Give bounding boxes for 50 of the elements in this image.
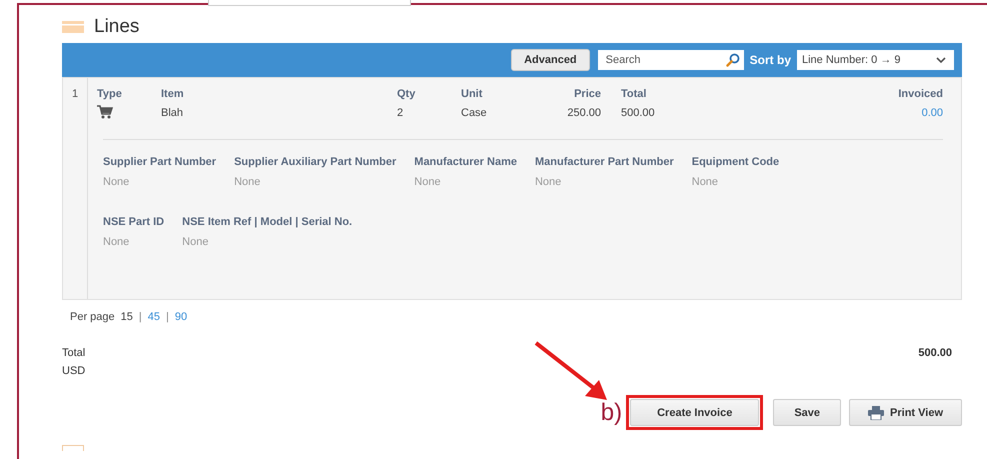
table-cell: 250.00 [567,107,601,119]
annotation-label: b) [600,398,622,426]
page-size-option[interactable]: 15 [120,311,133,323]
currency-label: USD [62,365,86,377]
per-page-label: Per page [70,311,115,323]
column-header: Qty [397,88,416,100]
sort-dropdown[interactable]: Line Number: 0 → 9 [797,50,954,70]
column-header: Type [97,88,123,100]
chevron-icon [936,57,946,63]
cart-icon [97,105,113,119]
total-amount: 500.00 [918,347,952,361]
field-value: None [414,176,442,188]
printer-icon [868,406,884,420]
separator: | [138,311,142,323]
table-cell-text: Case [461,107,488,119]
table-cell-text: Blah [161,107,184,119]
action-button[interactable]: Print View [849,399,962,426]
column-header: Price [574,88,601,100]
column-header: Invoiced [898,88,943,100]
field-value: None [103,236,130,248]
field-value: None [534,176,562,188]
line-number: 1 [72,88,78,100]
column-header: Unit [461,88,484,100]
action-button[interactable]: Create Invoice [630,399,760,426]
action-button[interactable]: Save [773,399,842,426]
field-label: NSE Item Ref | Model | Serial No. [182,216,352,228]
field-value: None [692,176,720,188]
separator: | [166,311,169,323]
field-value: None [182,236,210,248]
section-icon [62,21,84,33]
field-label: NSE Part ID [103,216,164,228]
field-label: Supplier Auxiliary Part Number [234,156,396,168]
section-icon [62,445,84,451]
field-label: Equipment Code [692,156,780,168]
search-field[interactable]: Search [598,50,744,70]
search-icon [726,53,740,67]
table-cell-text: 2 [397,107,404,119]
section-title: Lines [94,16,140,38]
field-label: Supplier Part Number [103,156,216,168]
total-label: Total [62,347,86,359]
table-cell: 500.00 [621,107,655,119]
field-label: Manufacturer Name [414,156,517,168]
column-header: Item [161,88,185,100]
field-value: None [103,176,130,188]
sort-label: Sort by [750,53,791,67]
input-field[interactable] [208,0,411,6]
column-header: Total [621,88,646,100]
advanced-button[interactable]: Advanced [511,49,590,71]
field-value: None [234,176,262,188]
field-label: Manufacturer Part Number [534,156,674,168]
